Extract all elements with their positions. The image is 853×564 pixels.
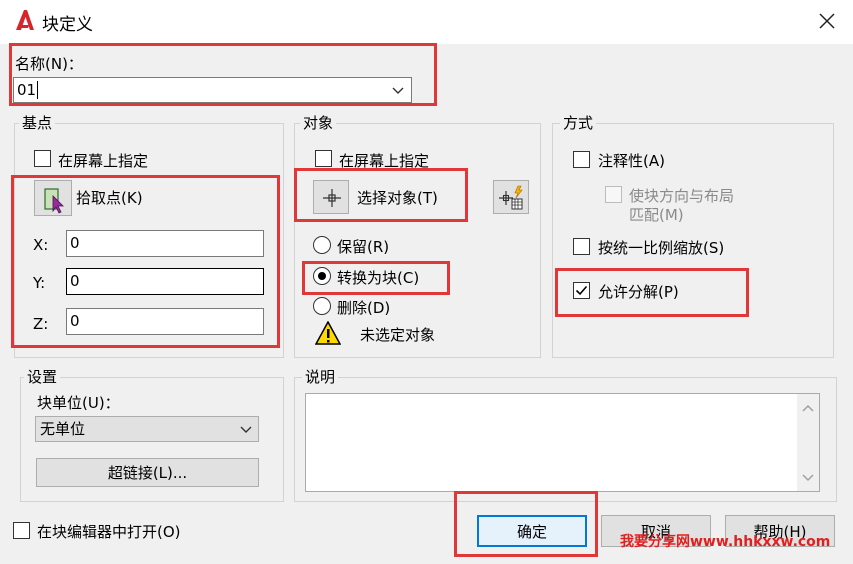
warning-text: 未选定对象	[360, 326, 436, 344]
settings-title: 设置	[24, 366, 61, 387]
uniform-scale-label: 按统一比例缩放(S)	[598, 239, 725, 257]
quick-select-button[interactable]	[493, 180, 529, 214]
annotative-label: 注释性(A)	[598, 152, 665, 170]
uniform-scale-checkbox[interactable]	[573, 238, 590, 255]
delete-label: 删除(D)	[337, 299, 391, 317]
open-in-editor-label: 在块编辑器中打开(O)	[37, 523, 181, 541]
basepoint-title: 基点	[19, 112, 56, 133]
delete-radio[interactable]	[313, 297, 331, 315]
retain-radio[interactable]	[313, 236, 331, 254]
objects-onscreen-checkbox[interactable]	[315, 150, 332, 167]
highlight-ok	[454, 491, 598, 557]
dialog-title: 块定义	[42, 15, 93, 35]
retain-label: 保留(R)	[337, 238, 390, 256]
match-orientation-label-line1: 使块方向与布局	[629, 187, 735, 205]
behavior-title: 方式	[560, 112, 597, 133]
basepoint-onscreen-label: 在屏幕上指定	[58, 152, 149, 170]
quick-select-icon	[499, 185, 523, 210]
description-scrollbar[interactable]	[797, 394, 819, 491]
basepoint-onscreen-checkbox[interactable]	[34, 150, 51, 167]
watermark: 我要分享网www.hhkxxw.com	[620, 534, 831, 550]
highlight-name	[9, 43, 437, 106]
objects-title: 对象	[300, 112, 337, 133]
annotative-checkbox[interactable]	[573, 151, 590, 168]
hyperlink-button[interactable]: 超链接(L)...	[36, 458, 259, 487]
highlight-select	[294, 168, 468, 222]
close-icon[interactable]	[816, 10, 838, 32]
match-orientation-checkbox[interactable]	[605, 186, 622, 203]
highlight-explode	[555, 268, 749, 317]
description-title: 说明	[302, 366, 339, 387]
autocad-logo-icon	[14, 9, 36, 31]
highlight-convert	[302, 261, 450, 295]
match-orientation-label-line2: 匹配(M)	[629, 206, 684, 224]
block-unit-value: 无单位	[40, 420, 86, 438]
block-unit-label: 块单位(U)：	[37, 394, 120, 412]
warning-icon	[314, 320, 342, 345]
description-textarea[interactable]	[305, 393, 820, 492]
block-unit-select[interactable]: 无单位	[35, 416, 259, 442]
title-bar	[0, 0, 853, 44]
unit-chevron-down-icon[interactable]	[238, 421, 254, 437]
open-in-editor-checkbox[interactable]	[13, 522, 30, 539]
highlight-basepoint	[11, 175, 280, 348]
